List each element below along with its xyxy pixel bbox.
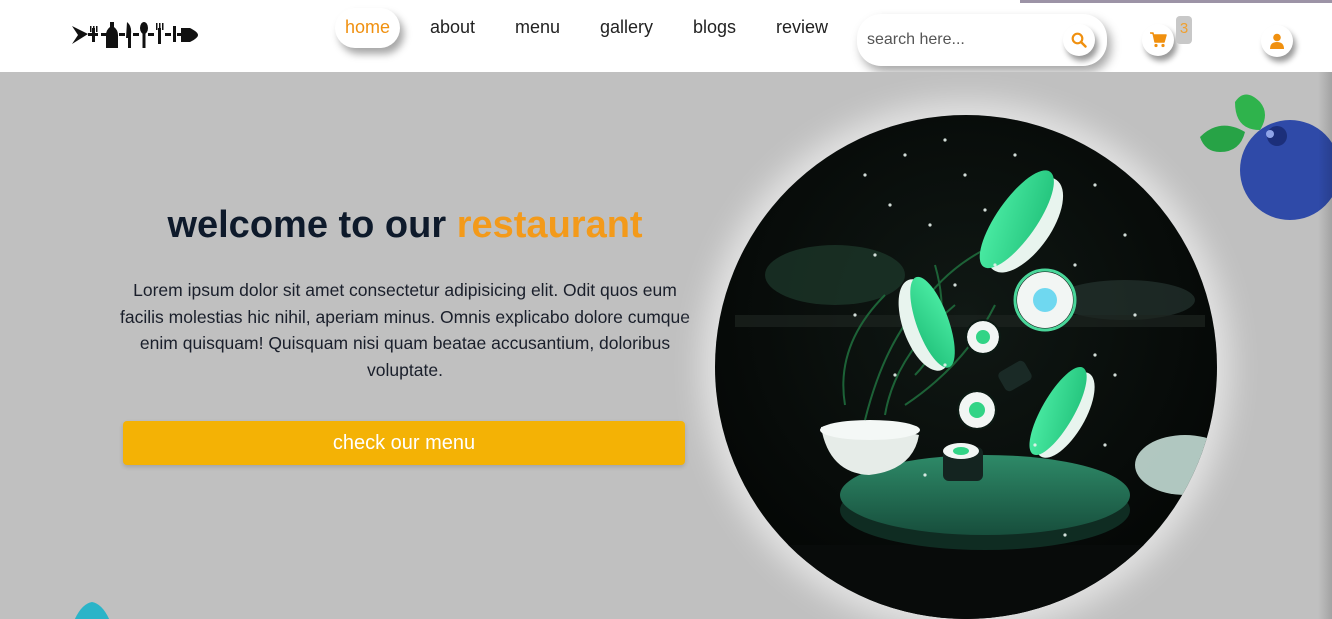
hero-title-prefix: welcome to our (167, 204, 447, 246)
user-icon (1270, 33, 1284, 49)
search-input[interactable] (867, 28, 1057, 52)
nav-link-gallery[interactable]: gallery (600, 8, 653, 48)
logo-icon[interactable] (72, 20, 198, 50)
nav-link-about[interactable]: about (430, 8, 475, 48)
user-button[interactable] (1261, 25, 1293, 57)
site-header: home about menu gallery blogs review 3 (0, 0, 1332, 72)
hero-title: welcome to our restaurant (0, 204, 810, 247)
hero-description: Lorem ipsum dolor sit amet consectetur a… (120, 280, 690, 380)
nav-link-home[interactable]: home (335, 8, 401, 48)
search-bar (857, 14, 1107, 66)
cart-button[interactable] (1142, 24, 1174, 56)
nav-link-review[interactable]: review (776, 8, 828, 48)
check-menu-button[interactable]: check our menu (123, 421, 685, 465)
nav-link-menu[interactable]: menu (515, 8, 560, 48)
hero-title-accent: restaurant (456, 204, 643, 246)
sushi-splash-image (715, 115, 1217, 619)
cart-icon (1150, 32, 1167, 48)
nav-link-blogs[interactable]: blogs (693, 8, 736, 48)
search-button[interactable] (1063, 24, 1095, 56)
right-edge-shadow (1318, 72, 1332, 619)
search-icon (1071, 32, 1087, 48)
top-edge-strip (1020, 0, 1332, 3)
cart-count-badge: 3 (1176, 16, 1192, 44)
corner-decoration (74, 602, 110, 619)
blueberry-decoration (1200, 94, 1332, 220)
hero-section: welcome to our restaurant Lorem ipsum do… (0, 72, 1332, 619)
